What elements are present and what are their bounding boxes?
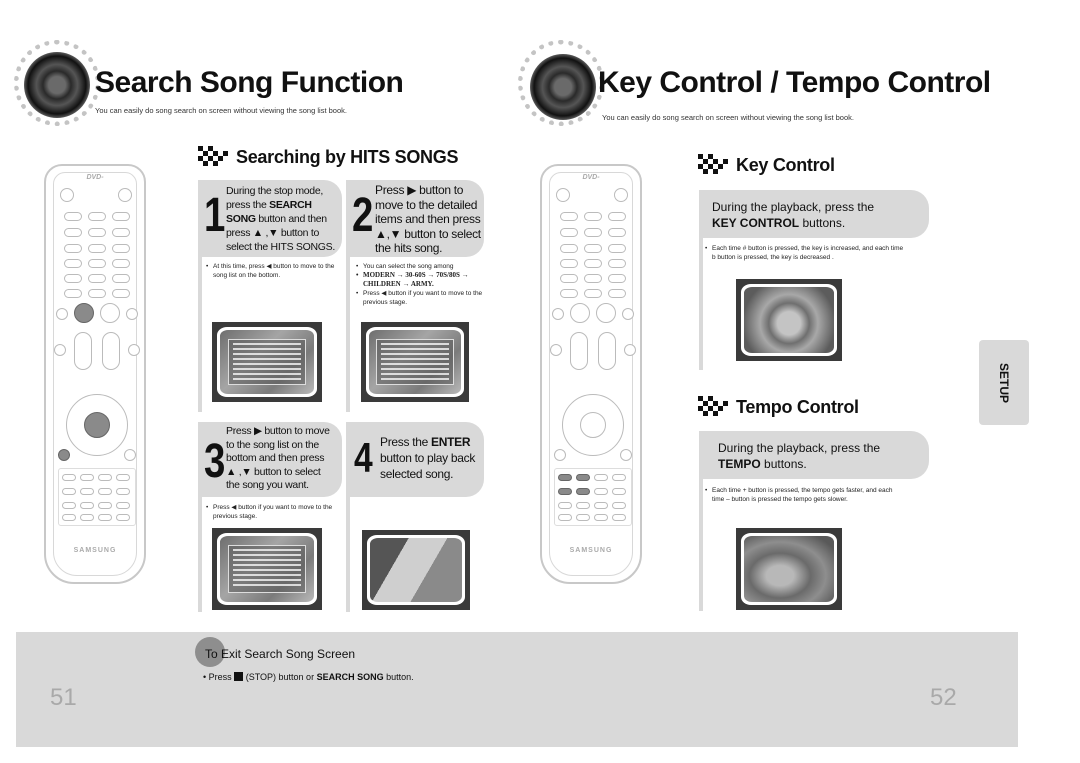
step-1-number: 1 <box>204 189 226 242</box>
step-2-text: Press ▶ button to move to the detailed i… <box>375 183 481 255</box>
remote-logo: DVD- <box>86 174 104 181</box>
screen-image-hits-songs-detail <box>361 322 469 402</box>
step-4-text: Press the ENTER button to play back sele… <box>380 435 476 481</box>
screen-image-playback <box>362 530 470 610</box>
tempo-control-instruction: During the playback, press the TEMPO but… <box>718 441 881 471</box>
section-title: Searching by HITS SONGS <box>236 146 459 167</box>
setup-tab-label: SETUP <box>997 362 1011 403</box>
screen-image-tempo-control <box>736 528 842 610</box>
screen-image-hits-songs-list <box>212 322 322 402</box>
enter-button <box>84 412 110 438</box>
checker-arrow-icon <box>698 154 730 176</box>
remote-logo: DVD- <box>582 174 600 181</box>
step-2-notes: You can select the song among MODERN → 3… <box>356 262 490 307</box>
section-header-tempo-control: Tempo Control <box>698 396 859 418</box>
tempo-button-plus <box>576 488 590 495</box>
open-close-button <box>118 188 132 202</box>
search-song-button-highlighted <box>58 449 70 461</box>
section-header-key-control: Key Control <box>698 154 835 176</box>
step-3-text: Press ▶ button to move to the song list … <box>226 425 330 491</box>
page-number-right: 52 <box>930 684 957 711</box>
step-1-text: During the stop mode, press the SEARCH S… <box>226 185 335 253</box>
screen-image-song-list <box>212 528 322 610</box>
remote-brand: SAMSUNG <box>569 547 613 554</box>
bottom-strip <box>16 632 1018 747</box>
checker-arrow-icon <box>698 396 730 418</box>
exit-note: • Press (STOP) button or SEARCH SONG but… <box>203 672 414 682</box>
screen-image-key-control <box>736 279 842 361</box>
page-title-left: Search Song Function <box>95 66 404 99</box>
step-2-number: 2 <box>352 189 374 242</box>
speaker-icon <box>24 52 90 118</box>
page-title-right: Key Control / Tempo Control <box>598 66 991 99</box>
step-3-number: 3 <box>204 435 226 488</box>
exit-title: To Exit Search Song Screen <box>205 647 356 661</box>
power-button <box>60 188 74 202</box>
step-1-notes: At this time, press ◀ button to move to … <box>206 262 336 280</box>
setup-side-tab[interactable]: SETUP <box>979 340 1029 425</box>
stop-icon <box>234 672 244 681</box>
section-title: Tempo Control <box>736 396 859 417</box>
page-subtitle-left: You can easily do song search on screen … <box>95 106 347 115</box>
page-number-left: 51 <box>50 684 77 711</box>
tempo-button-minus <box>558 488 572 495</box>
remote-brand: SAMSUNG <box>73 547 117 554</box>
remote-control-illustration: DVD- SAMSUNG <box>540 164 642 584</box>
checker-arrow-icon <box>198 146 230 168</box>
key-control-button-flat <box>558 474 572 481</box>
step-4-number: 4 <box>354 434 373 481</box>
remote-control-illustration: DVD- SAMSUNG <box>44 164 146 584</box>
step-3-notes: Press ◀ button if you want to move to th… <box>206 503 336 521</box>
speaker-icon <box>530 54 596 120</box>
key-control-button-sharp <box>576 474 590 481</box>
key-control-note: Each time # button is pressed, the key i… <box>705 244 905 262</box>
section-title: Key Control <box>736 154 835 175</box>
page-subtitle-right: You can easily do song search on screen … <box>602 113 854 122</box>
key-control-instruction: During the playback, press the KEY CONTR… <box>712 200 875 230</box>
stop-button-highlighted <box>74 303 94 323</box>
section-header-hits-songs: Searching by HITS SONGS <box>198 146 458 168</box>
tempo-control-note: Each time + button is pressed, the tempo… <box>705 486 905 504</box>
